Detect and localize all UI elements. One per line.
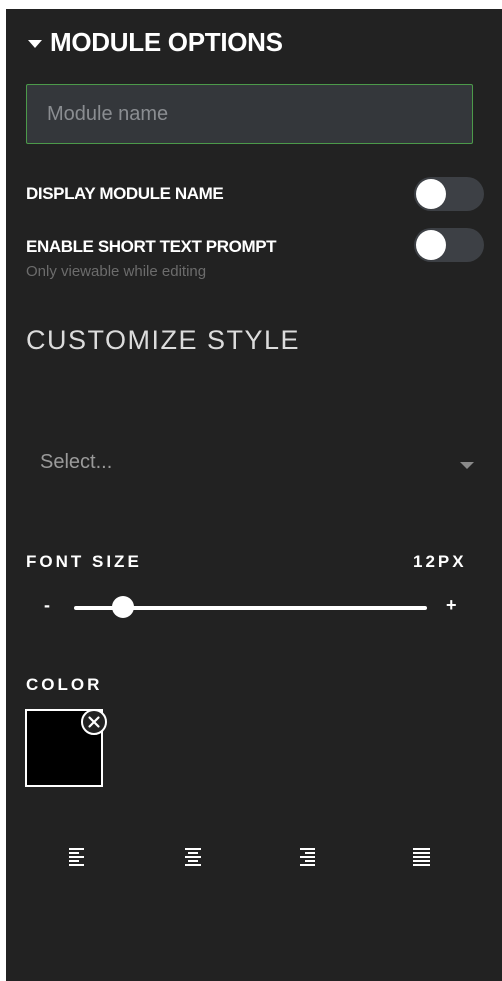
style-select-value: Select... (40, 451, 113, 473)
color-label: COLOR (26, 675, 103, 694)
clear-color-button[interactable] (81, 709, 107, 735)
enable-short-text-prompt-label: ENABLE SHORT TEXT PROMPT (26, 237, 277, 256)
font-size-increase-button[interactable]: + (446, 595, 457, 616)
style-select[interactable]: Select... (26, 441, 476, 487)
caret-down-icon (28, 39, 42, 48)
toggle-knob (416, 230, 446, 260)
align-center-button[interactable] (183, 847, 203, 869)
font-size-value: 12PX (413, 552, 467, 571)
align-right-icon (300, 848, 315, 866)
enable-short-text-prompt-toggle[interactable] (414, 228, 484, 262)
align-center-icon (185, 848, 201, 866)
align-right-button[interactable] (297, 847, 317, 869)
toggle-knob (416, 179, 446, 209)
display-module-name-label: DISPLAY MODULE NAME (26, 184, 224, 203)
align-left-icon (69, 848, 84, 866)
font-size-decrease-button[interactable]: - (44, 595, 50, 616)
module-options-header[interactable]: MODULE OPTIONS (28, 27, 283, 58)
short-text-prompt-hint: Only viewable while editing (26, 263, 207, 280)
close-icon (88, 716, 100, 728)
align-justify-icon (413, 848, 430, 866)
font-size-slider[interactable]: - + (36, 593, 476, 623)
customize-style-heading: CUSTOMIZE STYLE (26, 325, 301, 355)
align-left-button[interactable] (68, 847, 88, 869)
module-name-input[interactable] (26, 84, 473, 144)
slider-thumb[interactable] (112, 596, 135, 618)
module-options-title: MODULE OPTIONS (50, 27, 283, 57)
chevron-down-icon (460, 462, 474, 469)
font-size-label: FONT SIZE (26, 552, 142, 571)
align-justify-button[interactable] (412, 847, 432, 869)
module-options-panel: MODULE OPTIONS DISPLAY MODULE NAME ENABL… (6, 9, 502, 981)
display-module-name-toggle[interactable] (414, 177, 484, 211)
